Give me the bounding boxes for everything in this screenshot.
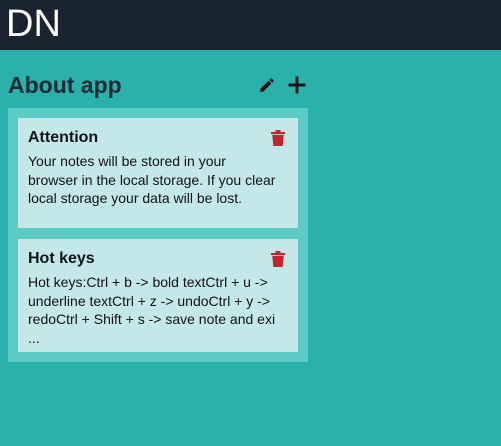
section-title: About app [8, 72, 122, 98]
note-title: Hot keys [28, 250, 95, 267]
top-bar: DN [0, 0, 501, 50]
plus-icon [288, 76, 306, 94]
section-header: About app [8, 70, 308, 100]
pencil-icon [260, 78, 274, 92]
note-body: Your notes will be stored in your browse… [28, 153, 276, 206]
note-card[interactable]: Hot keys Hot keys:Ctrl + b -> bold textC… [18, 239, 298, 352]
notes-panel: Attention Your notes will be stored in y… [8, 108, 308, 362]
edit-section-button[interactable] [256, 74, 278, 96]
trash-icon [271, 130, 285, 146]
app-logo[interactable]: DN [6, 4, 61, 44]
note-card[interactable]: Attention Your notes will be stored in y… [18, 118, 298, 228]
delete-note-button[interactable] [271, 251, 285, 267]
note-title: Attention [28, 129, 99, 146]
delete-note-button[interactable] [271, 130, 285, 146]
note-body: Hot keys:Ctrl + b -> bold textCtrl + u -… [28, 274, 276, 346]
trash-icon [271, 251, 285, 267]
add-note-button[interactable] [286, 74, 308, 96]
